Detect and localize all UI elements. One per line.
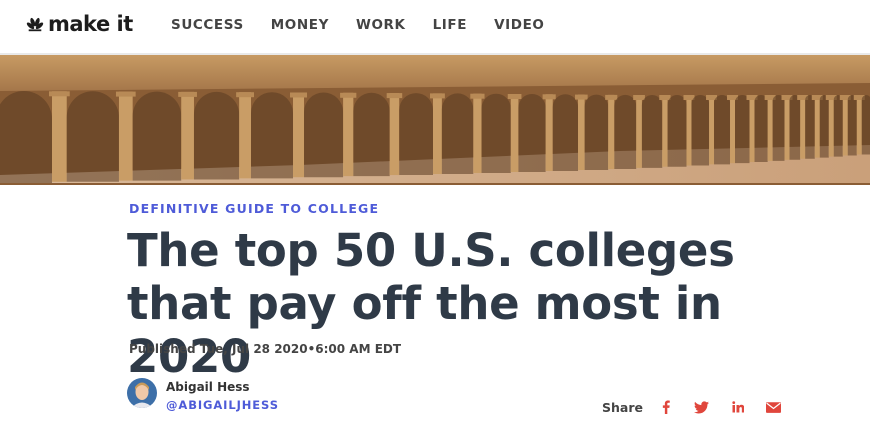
hero-image	[0, 53, 870, 185]
share-bar: Share	[602, 398, 799, 416]
article-title: The top 50 U.S. colleges that pay off th…	[127, 224, 735, 383]
nav-video[interactable]: VIDEO	[494, 17, 544, 33]
logo-text: make it	[48, 11, 133, 36]
share-label: Share	[602, 399, 643, 415]
arcade-illustration	[0, 55, 870, 185]
author-avatar[interactable]	[127, 378, 157, 408]
avatar-image	[127, 378, 157, 408]
peacock-icon	[26, 17, 44, 32]
twitter-icon[interactable]	[691, 398, 713, 416]
facebook-icon[interactable]	[655, 398, 677, 416]
nav-life[interactable]: LIFE	[433, 17, 467, 33]
email-icon[interactable]	[763, 398, 785, 416]
nav-work[interactable]: WORK	[356, 17, 406, 33]
top-navigation: make it SUCCESS MONEY WORK LIFE VIDEO	[0, 0, 870, 52]
author-twitter-handle[interactable]: @ABIGAILJHESS	[166, 398, 279, 412]
published-date: Published Tue, Jul 28 2020•6:00 AM EDT	[129, 342, 402, 356]
main-nav: SUCCESS MONEY WORK LIFE VIDEO	[171, 17, 571, 33]
article-kicker[interactable]: DEFINITIVE GUIDE TO COLLEGE	[129, 201, 379, 216]
linkedin-icon[interactable]	[727, 398, 749, 416]
author-name: Abigail Hess	[166, 380, 250, 394]
nav-money[interactable]: MONEY	[271, 17, 329, 33]
nav-success[interactable]: SUCCESS	[171, 17, 244, 33]
make-it-logo[interactable]: make it	[26, 10, 133, 38]
